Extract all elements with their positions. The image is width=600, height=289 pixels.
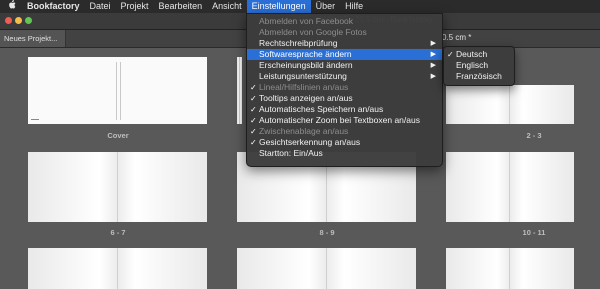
checkmark-icon: ✓ bbox=[250, 138, 257, 147]
menu-item-auto-zoom[interactable]: ✓ Automatischer Zoom bei Textboxen an/au… bbox=[247, 115, 442, 126]
checkmark-icon: ✓ bbox=[250, 127, 257, 136]
menu-datei[interactable]: Datei bbox=[85, 0, 116, 13]
checkmark-icon: ✓ bbox=[250, 105, 257, 114]
menu-projekt[interactable]: Projekt bbox=[116, 0, 154, 13]
menu-ueber[interactable]: Über bbox=[311, 0, 341, 13]
menu-item-clipboard[interactable]: ✓ Zwischenablage an/aus bbox=[247, 126, 442, 137]
minimize-window-button[interactable] bbox=[15, 17, 22, 24]
chevron-right-icon: ▶ bbox=[430, 51, 436, 58]
menu-item-autosave[interactable]: ✓ Automatisches Speichern an/aus bbox=[247, 104, 442, 115]
menu-einstellungen[interactable]: Einstellungen bbox=[246, 0, 311, 13]
menu-item-spellcheck[interactable]: Rechtschreibprüfung ▶ bbox=[247, 38, 442, 49]
checkmark-icon: ✓ bbox=[250, 116, 257, 125]
chevron-right-icon: ▶ bbox=[430, 40, 436, 47]
page-spread[interactable] bbox=[28, 152, 207, 222]
menu-item-appearance[interactable]: Erscheinungsbild ändern ▶ bbox=[247, 60, 442, 71]
language-option-franzoesisch[interactable]: Französisch bbox=[444, 71, 514, 82]
language-option-deutsch[interactable]: ✓ Deutsch bbox=[444, 49, 514, 60]
menu-ansicht[interactable]: Ansicht bbox=[207, 0, 247, 13]
page-spread[interactable] bbox=[446, 248, 574, 289]
page-caption: Cover bbox=[107, 131, 129, 140]
page-caption: 10 - 11 bbox=[522, 228, 546, 237]
close-window-button[interactable] bbox=[5, 17, 12, 24]
page-spread[interactable] bbox=[446, 85, 574, 124]
menu-item-logout-google-photos[interactable]: Abmelden von Google Fotos bbox=[247, 27, 442, 38]
cover-thumbnail[interactable] bbox=[28, 57, 207, 124]
menu-item-software-language[interactable]: Softwaresprache ändern ▶ bbox=[247, 49, 442, 60]
menu-hilfe[interactable]: Hilfe bbox=[340, 0, 368, 13]
page-spread[interactable] bbox=[446, 152, 574, 222]
checkmark-icon: ✓ bbox=[447, 50, 454, 59]
page-spread[interactable] bbox=[28, 248, 207, 289]
language-submenu: ✓ Deutsch Englisch Französisch bbox=[443, 46, 515, 86]
chevron-right-icon: ▶ bbox=[430, 62, 436, 69]
checkmark-icon: ✓ bbox=[250, 94, 257, 103]
chevron-right-icon: ▶ bbox=[430, 73, 436, 80]
apple-icon[interactable] bbox=[0, 0, 22, 13]
page-spread[interactable] bbox=[237, 248, 416, 289]
zoom-window-button[interactable] bbox=[25, 17, 32, 24]
menu-item-face-detection[interactable]: ✓ Gesichtserkennung an/aus bbox=[247, 137, 442, 148]
menu-bearbeiten[interactable]: Bearbeiten bbox=[154, 0, 208, 13]
menu-item-startup-sound[interactable]: Startton: Ein/Aus bbox=[247, 148, 442, 159]
checkmark-icon: ✓ bbox=[250, 83, 257, 92]
menu-item-logout-facebook[interactable]: Abmelden von Facebook bbox=[247, 16, 442, 27]
tab-neues-projekt[interactable]: Neues Projekt... bbox=[0, 30, 66, 47]
menu-bar: Bookfactory Datei Projekt Bearbeiten Ans… bbox=[0, 0, 600, 14]
settings-menu: Abmelden von Facebook Abmelden von Googl… bbox=[246, 13, 443, 167]
page-caption: 6 - 7 bbox=[110, 228, 126, 237]
page-spread[interactable] bbox=[237, 57, 242, 124]
page-caption: 2 - 3 bbox=[526, 131, 542, 140]
menu-item-tooltips[interactable]: ✓ Tooltips anzeigen an/aus bbox=[247, 93, 442, 104]
menu-item-ruler-guides[interactable]: ✓ Lineal/Hilfslinien an/aus bbox=[247, 82, 442, 93]
menu-item-performance[interactable]: Leistungsunterstützung ▶ bbox=[247, 71, 442, 82]
partial-title: 0.5 cm * bbox=[442, 33, 472, 42]
page-caption: 8 - 9 bbox=[319, 228, 335, 237]
menu-app-name[interactable]: Bookfactory bbox=[22, 0, 85, 13]
language-option-englisch[interactable]: Englisch bbox=[444, 60, 514, 71]
